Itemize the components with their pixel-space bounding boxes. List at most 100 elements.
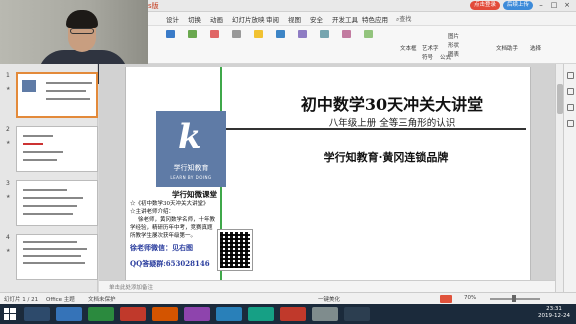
taskbar-app[interactable]	[312, 307, 338, 321]
menu-animation[interactable]: 动画	[210, 14, 223, 24]
bold-icon[interactable]	[254, 30, 263, 38]
chart-button[interactable]: 图表	[448, 50, 459, 58]
login-button[interactable]: 点击登录	[469, 1, 500, 10]
presenter-hair	[66, 10, 98, 28]
picture-button[interactable]: 图片	[448, 32, 459, 40]
taskbar-app[interactable]	[248, 307, 274, 321]
slide-title[interactable]: 初中数学30天冲关大讲堂	[262, 91, 522, 115]
info-line: 徐老师，黄冈数学名师，十年教	[138, 217, 216, 223]
doc-assistant-button[interactable]: 文档助手	[496, 44, 518, 52]
layout-icon[interactable]	[567, 88, 574, 95]
slide-editor: 初中数学30天冲关大讲堂 八年级上册 全等三角形的认识 学行知教育·黄冈连锁品牌…	[99, 64, 555, 295]
paragraph-icon[interactable]	[364, 30, 373, 38]
style-icon[interactable]	[567, 104, 574, 111]
select-button[interactable]: 选择	[530, 44, 541, 52]
table-icon[interactable]	[188, 30, 197, 38]
protection-status[interactable]: 文档未保护	[88, 295, 116, 303]
taskbar: 23:31 2019-12-24	[0, 304, 576, 324]
taskbar-app[interactable]	[56, 307, 82, 321]
maximize-icon[interactable]: □	[549, 1, 559, 10]
menu-design[interactable]: 设计	[166, 14, 179, 24]
taskbar-clock[interactable]: 23:31 2019-12-24	[538, 306, 570, 320]
slide-thumbnails-panel: 1 ★ 2 ★ 3 ★ 4 ★	[0, 64, 98, 292]
thumbnail-number: 4	[6, 234, 10, 241]
theme-name: Office 主题	[46, 297, 75, 303]
upload-button[interactable]: 后续上传	[502, 1, 533, 10]
star-icon: ★	[6, 86, 11, 92]
font-icon[interactable]	[232, 30, 241, 38]
thumbnail-line	[46, 98, 90, 100]
slide-counter: 幻灯片 1 / 21	[4, 297, 39, 303]
teacher-wechat: 徐老师微信：见右图	[130, 243, 193, 252]
windows-start-icon[interactable]	[4, 308, 16, 320]
color-icon[interactable]	[342, 30, 351, 38]
title-bar-right: 点击登录 后续上传 – □ ×	[469, 1, 572, 10]
status-bar: 幻灯片 1 / 21 Office 主题 文档未保护 一键美化 70%	[0, 292, 576, 304]
minimize-icon[interactable]: –	[536, 1, 546, 10]
indent-icon[interactable]	[320, 30, 329, 38]
align-icon[interactable]	[276, 30, 285, 38]
taskbar-app[interactable]	[216, 307, 242, 321]
qr-code	[217, 229, 253, 271]
menu-features[interactable]: 特色应用	[362, 14, 388, 24]
menu-transition[interactable]: 切换	[188, 14, 201, 24]
thumbnail-slide[interactable]	[16, 126, 98, 172]
menu-review[interactable]: 审阅	[266, 14, 279, 24]
slide-subtitle[interactable]: 八年级上册 全等三角形的认识	[262, 115, 522, 129]
close-icon[interactable]: ×	[562, 1, 572, 10]
brand-logo: k 学行知教育 LEARN BY DOING	[156, 111, 226, 187]
thumbnail-slide[interactable]	[16, 72, 98, 118]
taskbar-app[interactable]	[184, 307, 210, 321]
thumbnail-line	[23, 189, 67, 191]
menu-developer[interactable]: 开发工具	[332, 14, 358, 24]
menu-view[interactable]: 视图	[288, 14, 301, 24]
thumbnail-line	[23, 205, 77, 207]
wordart-button[interactable]: 艺术字	[422, 44, 439, 52]
current-slide[interactable]: 初中数学30天冲关大讲堂 八年级上册 全等三角形的认识 学行知教育·黄冈连锁品牌…	[125, 67, 531, 295]
taskbar-app[interactable]	[24, 307, 50, 321]
star-icon: ★	[6, 194, 11, 200]
notes-pane[interactable]: 单击此处添加备注	[99, 280, 555, 292]
thumbnail-logo	[22, 80, 36, 92]
thumbnail-line	[46, 82, 92, 84]
logo-english: LEARN BY DOING	[170, 175, 212, 180]
clock-date: 2019-12-24	[538, 313, 570, 319]
zoom-slider-knob[interactable]	[512, 295, 516, 302]
vertical-scrollbar[interactable]	[555, 64, 563, 292]
thumbnail-line	[23, 197, 83, 199]
logo-letter: k	[178, 117, 202, 157]
menu-security[interactable]: 安全	[310, 14, 323, 24]
shape-button[interactable]: 形状	[448, 41, 459, 49]
slide-brand[interactable]: 学行知教育·黄冈连锁品牌	[256, 149, 516, 165]
thumbnail-line	[23, 213, 73, 215]
thumbnail-line	[23, 159, 57, 161]
menu-slideshow[interactable]: 幻灯片放映	[232, 14, 265, 24]
symbol-button[interactable]: 符号	[422, 53, 433, 61]
search-box[interactable]: ⌕查找	[396, 14, 411, 24]
arrow-icon[interactable]	[567, 72, 574, 79]
clock-time: 23:31	[546, 306, 562, 312]
list-icon[interactable]	[298, 30, 307, 38]
image-icon[interactable]	[210, 30, 219, 38]
new-slide-icon[interactable]	[166, 30, 175, 38]
thumbnail-line	[23, 248, 87, 250]
beautify-button[interactable]: 一键美化	[318, 295, 340, 303]
textbox-button[interactable]: 文本框	[400, 44, 417, 52]
taskbar-app[interactable]	[280, 307, 306, 321]
taskbar-app[interactable]	[152, 307, 178, 321]
zoom-level: 70%	[464, 295, 477, 301]
thumbnail-slide[interactable]	[16, 234, 98, 280]
thumbnail-line	[46, 90, 86, 92]
thumbnail-line	[23, 151, 63, 153]
info-line: ☆主讲老师介绍：	[130, 209, 175, 215]
screen: s版 点击登录 后续上传 – □ × 设计 切换 动画 幻灯片放映 审阅 视图 …	[0, 0, 576, 324]
taskbar-app[interactable]	[120, 307, 146, 321]
taskbar-app[interactable]	[88, 307, 114, 321]
qq-group: QQ答疑群:653028146	[130, 259, 210, 268]
taskbar-app[interactable]	[344, 307, 370, 321]
play-icon[interactable]	[440, 295, 452, 303]
thumbnail-line	[23, 241, 77, 243]
search-label: 查找	[399, 16, 412, 23]
thumbnail-slide[interactable]	[16, 180, 98, 226]
animation-icon[interactable]	[567, 120, 574, 127]
